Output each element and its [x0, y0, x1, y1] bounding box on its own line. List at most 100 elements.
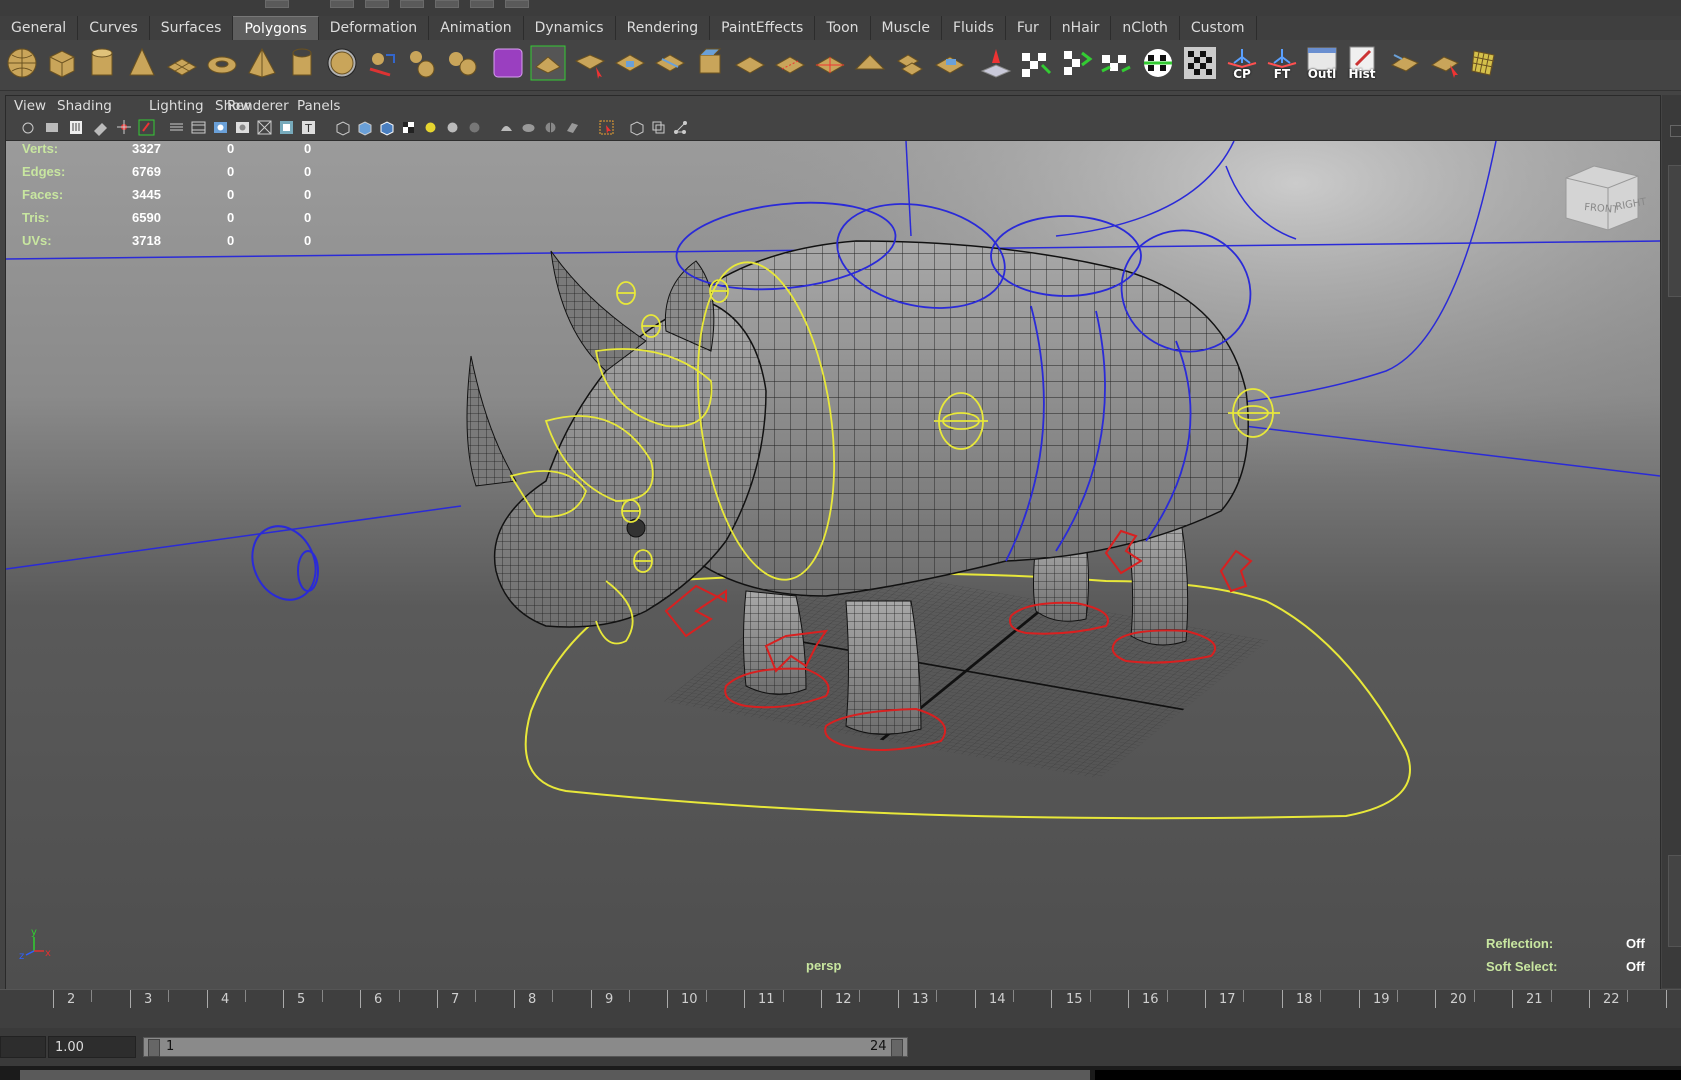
grease-pencil-icon[interactable]	[138, 119, 155, 136]
camera-name-label: persp	[806, 958, 842, 973]
combine-icon[interactable]	[364, 45, 400, 81]
textured-icon[interactable]	[400, 119, 417, 136]
cut-faces-icon[interactable]	[772, 45, 808, 81]
split-icon[interactable]	[652, 45, 688, 81]
ft-button[interactable]: FT	[1264, 45, 1300, 81]
side-handle[interactable]	[1668, 165, 1681, 297]
poly-sphere-icon[interactable]	[4, 45, 40, 81]
transfer-attrs-icon[interactable]	[1388, 45, 1424, 81]
film-gate-icon[interactable]	[190, 119, 207, 136]
poly-cone-icon[interactable]	[124, 45, 160, 81]
all-lights-icon[interactable]	[444, 119, 461, 136]
uv-planar-icon[interactable]	[1018, 45, 1054, 81]
two-d-pan-icon[interactable]	[116, 119, 133, 136]
select-tool-icon[interactable]	[1428, 45, 1464, 81]
wedge-icon[interactable]	[852, 45, 888, 81]
wireframe-on-shaded-icon[interactable]	[378, 119, 395, 136]
extrude-icon[interactable]	[572, 45, 608, 81]
merge-icon[interactable]	[732, 45, 768, 81]
command-input[interactable]	[20, 1070, 1090, 1080]
sculpt-icon[interactable]	[978, 45, 1014, 81]
poke-icon[interactable]	[812, 45, 848, 81]
duplicate-face-icon[interactable]	[892, 45, 928, 81]
append-icon[interactable]	[612, 45, 648, 81]
side-handle[interactable]	[1668, 855, 1681, 947]
range-slider[interactable]: 1 24	[143, 1037, 908, 1057]
poly-soccer-icon[interactable]	[324, 45, 360, 81]
xray-icon[interactable]	[628, 119, 645, 136]
time-slider[interactable]: 2 3 4 5 6 7 8 9 10 11 12 13 14 15 16 17 …	[0, 989, 1681, 1028]
hud-value: 3445	[132, 187, 161, 202]
range-start-handle[interactable]	[148, 1039, 160, 1057]
menu-renderer[interactable]: Renderer	[227, 98, 289, 114]
tab-fluids[interactable]: Fluids	[942, 16, 1006, 40]
menu-view[interactable]: View	[14, 98, 46, 114]
tab-deformation[interactable]: Deformation	[319, 16, 430, 40]
safe-title-icon[interactable]: T	[300, 119, 317, 136]
poly-cylinder-icon[interactable]	[84, 45, 120, 81]
grid-tool-icon[interactable]	[1468, 45, 1504, 81]
tab-surfaces[interactable]: Surfaces	[150, 16, 234, 40]
menu-lighting[interactable]: Lighting	[149, 98, 204, 114]
bookmark-icon[interactable]	[68, 119, 85, 136]
history-button[interactable]: Hist	[1344, 45, 1380, 81]
smooth-shade-icon[interactable]	[356, 119, 373, 136]
tab-animation[interactable]: Animation	[429, 16, 524, 40]
tab-general[interactable]: General	[0, 16, 79, 40]
select-camera-icon[interactable]	[20, 119, 37, 136]
extract-face-icon[interactable]	[932, 45, 968, 81]
motion-blur-icon[interactable]	[520, 119, 537, 136]
cp-button[interactable]: CP	[1224, 45, 1260, 81]
range-end-handle[interactable]	[891, 1039, 903, 1057]
time-label: 17	[1219, 992, 1236, 1007]
image-plane-icon[interactable]	[92, 119, 109, 136]
tab-curves[interactable]: Curves	[78, 16, 150, 40]
side-handle[interactable]	[1670, 125, 1681, 137]
poly-pipe-icon[interactable]	[284, 45, 320, 81]
grid-toggle-icon[interactable]	[168, 119, 185, 136]
shadows-icon[interactable]	[466, 119, 483, 136]
start-time-field[interactable]: 1.00	[48, 1036, 136, 1058]
uv-automatic-icon[interactable]	[1140, 45, 1176, 81]
ambient-occlusion-icon[interactable]	[498, 119, 515, 136]
smooth-cube-icon[interactable]	[490, 45, 526, 81]
isolate-select-icon[interactable]	[598, 119, 615, 136]
uv-editor-icon[interactable]	[1182, 45, 1218, 81]
tab-polygons[interactable]: Polygons	[233, 16, 319, 41]
tab-muscle[interactable]: Muscle	[871, 16, 942, 40]
poly-torus-icon[interactable]	[204, 45, 240, 81]
xray-joints-icon[interactable]	[650, 119, 667, 136]
menu-panels[interactable]: Panels	[297, 98, 340, 114]
tab-custom[interactable]: Custom	[1180, 16, 1257, 40]
poly-plane-icon[interactable]	[164, 45, 200, 81]
poly-cube-icon[interactable]	[44, 45, 80, 81]
tab-rendering[interactable]: Rendering	[616, 16, 711, 40]
extract-icon[interactable]	[444, 45, 480, 81]
field-chart-icon[interactable]	[256, 119, 273, 136]
tab-nhair[interactable]: nHair	[1051, 16, 1112, 40]
tab-fur[interactable]: Fur	[1006, 16, 1051, 40]
uv-cylindrical-icon[interactable]	[1058, 45, 1094, 81]
tab-dynamics[interactable]: Dynamics	[524, 16, 616, 40]
menu-shading[interactable]: Shading	[57, 98, 112, 114]
camera-attributes-icon[interactable]	[44, 119, 61, 136]
joints-icon[interactable]	[672, 119, 689, 136]
gate-mask-icon[interactable]	[234, 119, 251, 136]
tab-painteffects[interactable]: PaintEffects	[710, 16, 816, 40]
anti-alias-icon[interactable]	[542, 119, 559, 136]
range-field-blank[interactable]	[0, 1036, 46, 1058]
wireframe-icon[interactable]	[334, 119, 351, 136]
poly-pyramid-icon[interactable]	[244, 45, 280, 81]
outliner-button[interactable]: Outl	[1304, 45, 1340, 81]
bevel-icon[interactable]	[692, 45, 728, 81]
uv-spherical-icon[interactable]	[1098, 45, 1134, 81]
tab-ncloth[interactable]: nCloth	[1111, 16, 1180, 40]
separate-icon[interactable]	[404, 45, 440, 81]
resolution-gate-icon[interactable]	[212, 119, 229, 136]
default-lighting-icon[interactable]	[422, 119, 439, 136]
perspective-viewport[interactable]: FRONT RIGHT y x z Verts: 3327 0 0 Edges:…	[6, 141, 1660, 989]
bridge-icon[interactable]	[530, 45, 566, 81]
safe-action-icon[interactable]	[278, 119, 295, 136]
depth-of-field-icon[interactable]	[564, 119, 581, 136]
tab-toon[interactable]: Toon	[815, 16, 871, 40]
